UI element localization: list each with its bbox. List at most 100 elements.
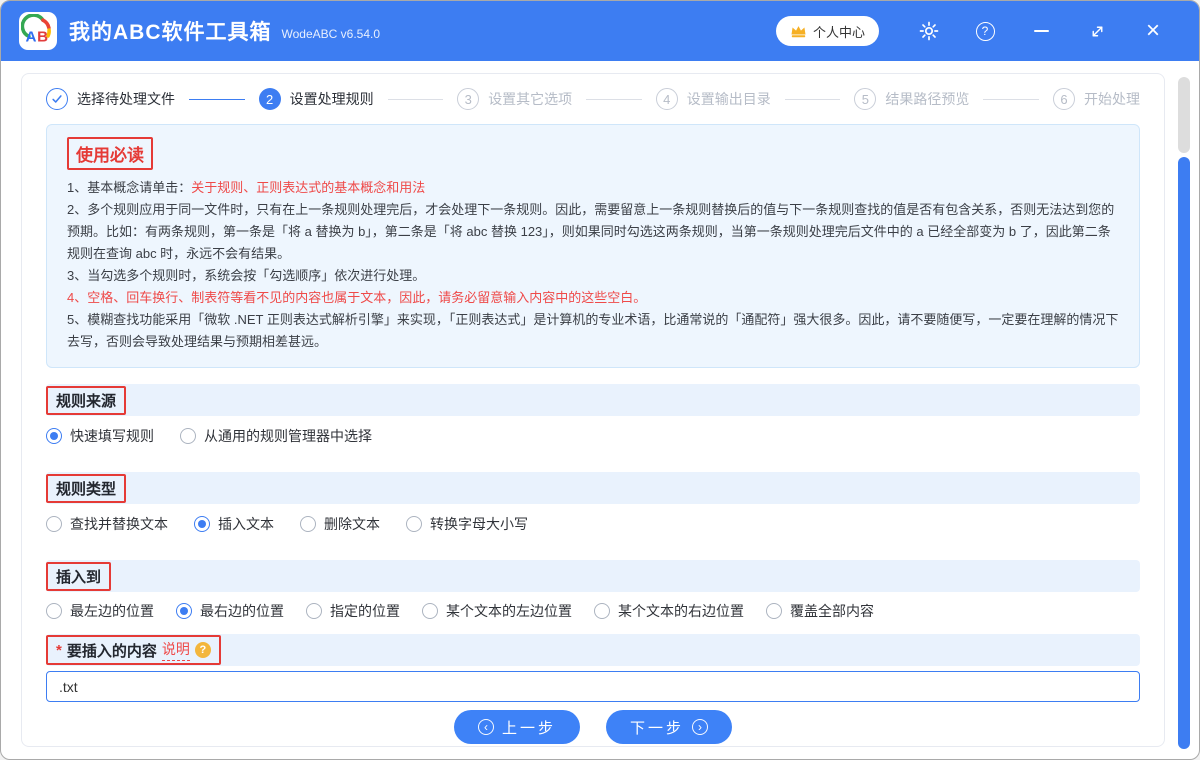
- wizard-footer: ‹ 上一步 下一步 ›: [46, 710, 1140, 744]
- radio-insert-text[interactable]: 插入文本: [194, 514, 274, 534]
- next-step-label: 下一步: [630, 719, 685, 737]
- chevron-right-circle-icon: ›: [692, 719, 709, 735]
- titlebar: A B 我的ABC软件工具箱 WodeABC v6.54.0 个人中心 ? ×: [1, 1, 1199, 61]
- app-version: WodeABC v6.54.0: [281, 27, 381, 41]
- vertical-scrollbar: [1178, 67, 1190, 751]
- minimize-glyph: [1033, 30, 1049, 32]
- radio-icon: [180, 428, 196, 444]
- radio-rightmost-position[interactable]: 最右边的位置: [176, 601, 284, 621]
- radio-find-replace-text[interactable]: 查找并替换文本: [46, 514, 168, 534]
- notice-item-4: 4、空格、回车换行、制表符等看不见的内容也属于文本，因此，请务必留意输入内容中的…: [67, 290, 647, 305]
- svg-text:A: A: [25, 29, 36, 46]
- radio-leftmost-position[interactable]: 最左边的位置: [46, 601, 154, 621]
- step-label: 选择待处理文件: [77, 91, 175, 107]
- next-step-button[interactable]: 下一步 ›: [606, 710, 733, 744]
- radio-icon: [176, 603, 192, 619]
- chevron-left-circle-icon: ‹: [477, 719, 494, 735]
- radio-icon: [306, 603, 322, 619]
- rule-source-heading: 规则来源: [46, 385, 127, 415]
- radio-label: 插入文本: [218, 516, 274, 532]
- user-center-button[interactable]: 个人中心: [775, 16, 879, 46]
- notice-item-1-text: 1、基本概念请单击：: [67, 180, 192, 195]
- radio-delete-text[interactable]: 删除文本: [300, 514, 380, 534]
- radio-label: 删除文本: [324, 516, 380, 532]
- insert-position-band: 插入到: [46, 560, 1140, 592]
- notice-item-2: 2、多个规则应用于同一文件时，只有在上一条规则处理完后，才会处理下一条规则。因此…: [67, 202, 1115, 261]
- user-center-label: 个人中心: [812, 24, 865, 40]
- radio-icon: [766, 603, 782, 619]
- radio-label: 查找并替换文本: [70, 516, 168, 532]
- radio-right-of-text[interactable]: 某个文本的右边位置: [594, 601, 744, 621]
- radio-label: 某个文本的左边位置: [446, 603, 572, 619]
- radio-icon: [46, 428, 62, 444]
- explain-link[interactable]: 说明: [161, 639, 190, 661]
- rule-type-heading: 规则类型: [46, 473, 127, 503]
- insert-content-band: * 要插入的内容 说明 ?: [46, 634, 1140, 666]
- radio-icon: [194, 516, 210, 532]
- prev-step-button[interactable]: ‹ 上一步: [453, 710, 580, 744]
- radio-icon: [46, 516, 62, 532]
- radio-label: 某个文本的右边位置: [618, 603, 744, 619]
- wizard-stepper: 选择待处理文件 2 设置处理规则 3 设置其它选项 4 设置输出目录 5 结果路…: [22, 74, 1164, 124]
- rule-type-options: 查找并替换文本 插入文本 删除文本 转换字母大小写: [46, 504, 1140, 544]
- radio-from-rule-manager[interactable]: 从通用的规则管理器中选择: [180, 426, 372, 446]
- maximize-button[interactable]: [1069, 13, 1125, 49]
- titlebar-actions: 个人中心 ? ×: [775, 13, 1181, 49]
- step-1-select-files[interactable]: 选择待处理文件: [46, 88, 175, 110]
- radio-label: 从通用的规则管理器中选择: [204, 428, 372, 444]
- step-separator: [387, 98, 444, 100]
- radio-label: 最右边的位置: [200, 603, 284, 619]
- step-separator: [983, 98, 1039, 100]
- main-panel: 选择待处理文件 2 设置处理规则 3 设置其它选项 4 设置输出目录 5 结果路…: [21, 73, 1165, 747]
- step-2-set-rules[interactable]: 2 设置处理规则: [258, 88, 374, 110]
- minimize-button[interactable]: [1013, 13, 1069, 49]
- radio-label: 转换字母大小写: [430, 516, 528, 532]
- radio-left-of-text[interactable]: 某个文本的左边位置: [422, 601, 572, 621]
- app-logo-icon: A B: [19, 12, 57, 50]
- step-1-check-icon: [46, 88, 68, 110]
- insert-position-heading: 插入到: [46, 561, 112, 591]
- step-4-output-dir[interactable]: 4 设置输出目录: [655, 88, 771, 110]
- radio-label: 指定的位置: [330, 603, 400, 619]
- radio-label: 最左边的位置: [70, 603, 154, 619]
- required-mark: *: [56, 641, 62, 659]
- radio-overwrite-all[interactable]: 覆盖全部内容: [766, 601, 874, 621]
- close-button[interactable]: ×: [1125, 13, 1181, 49]
- help-icon[interactable]: ?: [957, 13, 1013, 49]
- svg-text:B: B: [37, 29, 48, 46]
- scrollbar-track-segment: [1178, 77, 1190, 153]
- rule-source-band: 规则来源: [46, 384, 1140, 416]
- step-2-number: 2: [258, 88, 281, 110]
- radio-label: 快速填写规则: [70, 428, 154, 444]
- step-3-other-options[interactable]: 3 设置其它选项: [457, 88, 572, 110]
- radio-specified-position[interactable]: 指定的位置: [306, 601, 400, 621]
- insert-position-options: 最左边的位置 最右边的位置 指定的位置 某个文本的左边位置 某个文本的右边位置: [46, 592, 1140, 630]
- radio-convert-case[interactable]: 转换字母大小写: [406, 514, 528, 534]
- step-separator: [189, 98, 245, 100]
- step-label: 设置其它选项: [488, 91, 573, 107]
- scrollbar-thumb[interactable]: [1178, 157, 1190, 749]
- crown-icon: [790, 24, 807, 38]
- radio-icon: [46, 603, 62, 619]
- radio-icon: [300, 516, 316, 532]
- question-help-icon[interactable]: ?: [194, 642, 211, 658]
- step-6-start-processing[interactable]: 6 开始处理: [1052, 88, 1140, 110]
- usage-notice-box: 使用必读 1、基本概念请单击：关于规则、正则表达式的基本概念和用法 2、多个规则…: [46, 124, 1140, 368]
- step-5-number: 5: [854, 88, 877, 110]
- step-label: 设置输出目录: [686, 91, 771, 107]
- radio-quick-fill-rule[interactable]: 快速填写规则: [46, 426, 154, 446]
- step-5-result-preview[interactable]: 5 结果路径预览: [854, 88, 969, 110]
- step-label: 结果路径预览: [885, 91, 970, 107]
- concepts-help-link[interactable]: 关于规则、正则表达式的基本概念和用法: [191, 180, 425, 195]
- panel-content: 使用必读 1、基本概念请单击：关于规则、正则表达式的基本概念和用法 2、多个规则…: [22, 124, 1164, 744]
- settings-gear-icon[interactable]: [901, 13, 957, 49]
- insert-content-input[interactable]: [46, 671, 1140, 702]
- rule-source-options: 快速填写规则 从通用的规则管理器中选择: [46, 416, 1140, 456]
- step-4-number: 4: [655, 88, 678, 110]
- rule-type-band: 规则类型: [46, 472, 1140, 504]
- step-3-number: 3: [457, 88, 480, 110]
- app-title: 我的ABC软件工具箱: [69, 21, 272, 44]
- step-separator: [784, 98, 841, 100]
- step-separator: [586, 98, 642, 100]
- usage-notice-title: 使用必读: [67, 137, 153, 170]
